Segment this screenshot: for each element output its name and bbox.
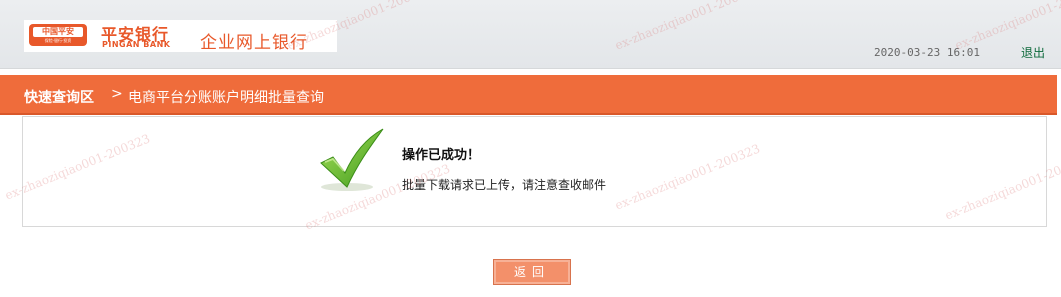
success-message: 批量下载请求已上传，请注意查收邮件 bbox=[402, 178, 607, 192]
success-title: 操作已成功！ bbox=[402, 148, 481, 163]
badge-subtext: 保险·银行·投资 bbox=[44, 38, 72, 43]
page-title: 电商平台分账账户明细批量查询 bbox=[128, 90, 324, 106]
bank-name-en: PINGAN BANK bbox=[102, 40, 171, 49]
breadcrumb-bar: 快速查询区 > 电商平台分账账户明细批量查询 bbox=[0, 75, 1057, 115]
pingan-group-badge: 中国平安 保险·银行·投资 bbox=[29, 24, 87, 46]
checkmark-icon bbox=[319, 127, 387, 193]
current-datetime: 2020-03-23 16:01 bbox=[874, 46, 980, 59]
breadcrumb-separator-icon: > bbox=[111, 86, 123, 102]
bank-logo: 中国平安 保险·银行·投资 平安银行 PINGAN BANK 企业网上银行 bbox=[24, 20, 337, 53]
product-name: 企业网上银行 bbox=[200, 33, 308, 53]
section-title: 快速查询区 bbox=[24, 90, 94, 106]
result-panel: 操作已成功！ 批量下载请求已上传，请注意查收邮件 bbox=[22, 116, 1047, 227]
back-button[interactable]: 返回 bbox=[493, 259, 571, 285]
logout-link[interactable]: 退出 bbox=[1021, 44, 1045, 61]
top-header: 中国平安 保险·银行·投资 平安银行 PINGAN BANK 企业网上银行 20… bbox=[0, 0, 1061, 69]
badge-text: 中国平安 bbox=[33, 27, 83, 37]
